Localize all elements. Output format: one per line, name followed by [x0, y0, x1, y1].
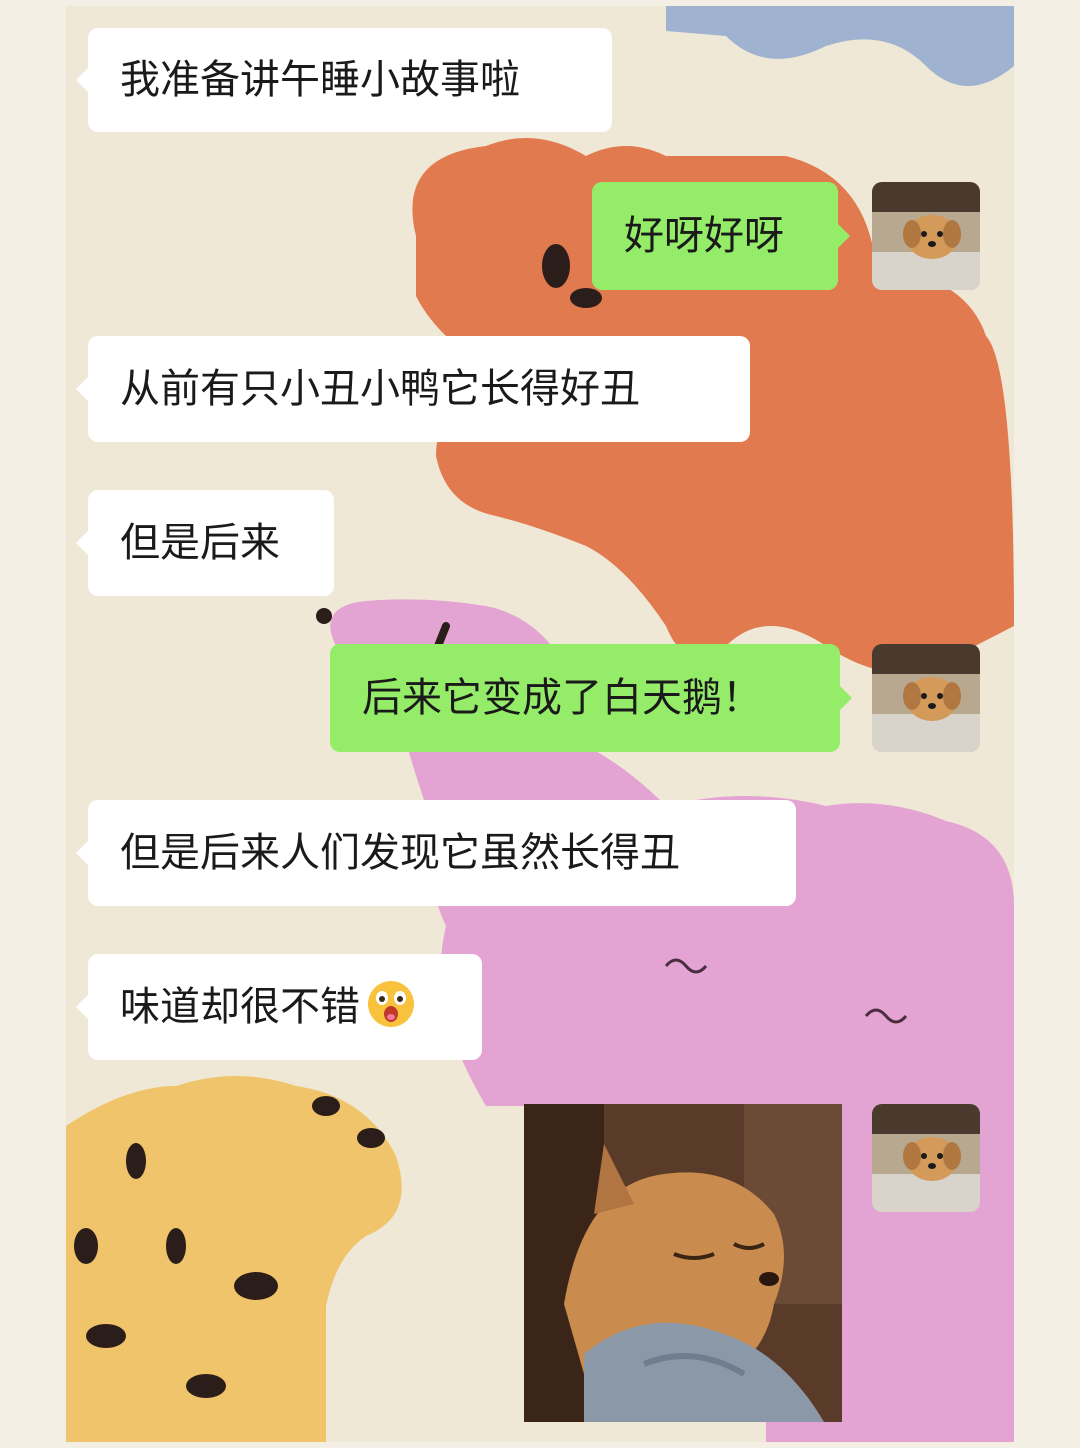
message-bubble-received[interactable]: 但是后来	[76, 490, 334, 596]
message-bubble-received[interactable]: 我准备讲午睡小故事啦	[76, 28, 612, 132]
message-text: 但是后来人们发现它虽然长得丑	[120, 830, 680, 876]
puppy-under-bed-photo	[872, 1104, 980, 1212]
self-avatar[interactable]	[872, 644, 980, 752]
message-text: 后来它变成了白天鹅！	[362, 675, 762, 721]
message-bubble-received[interactable]: 从前有只小丑小鸭它长得好丑	[76, 336, 750, 442]
message-bubble-sent[interactable]: 后来它变成了白天鹅！	[330, 644, 852, 752]
astonished-face-emoji	[366, 979, 416, 1036]
message-text: 味道却很不错	[120, 984, 360, 1030]
message-text: 我准备讲午睡小故事啦	[120, 57, 520, 103]
self-avatar[interactable]	[872, 182, 980, 290]
message-text: 但是后来	[120, 520, 280, 566]
self-avatar[interactable]	[872, 1104, 980, 1212]
puppy-under-bed-photo	[872, 182, 980, 290]
message-text: 从前有只小丑小鸭它长得好丑	[120, 366, 640, 412]
message-bubble-received[interactable]: 但是后来人们发现它虽然长得丑	[76, 800, 796, 906]
sleeping-shiba-dog-photo	[524, 1104, 842, 1422]
message-bubble-sent[interactable]: 好呀好呀	[592, 182, 850, 290]
message-bubble-received[interactable]: 味道却很不错	[76, 954, 482, 1060]
message-text: 好呀好呀	[624, 213, 784, 259]
chat-window: 我准备讲午睡小故事啦 好呀好呀 从前有只小丑小鸭它长得好丑 但是后来 后来它变成…	[66, 6, 1014, 1442]
sent-image-message[interactable]	[524, 1104, 842, 1422]
puppy-under-bed-photo	[872, 644, 980, 752]
yellow-dog-shape	[66, 1076, 402, 1442]
